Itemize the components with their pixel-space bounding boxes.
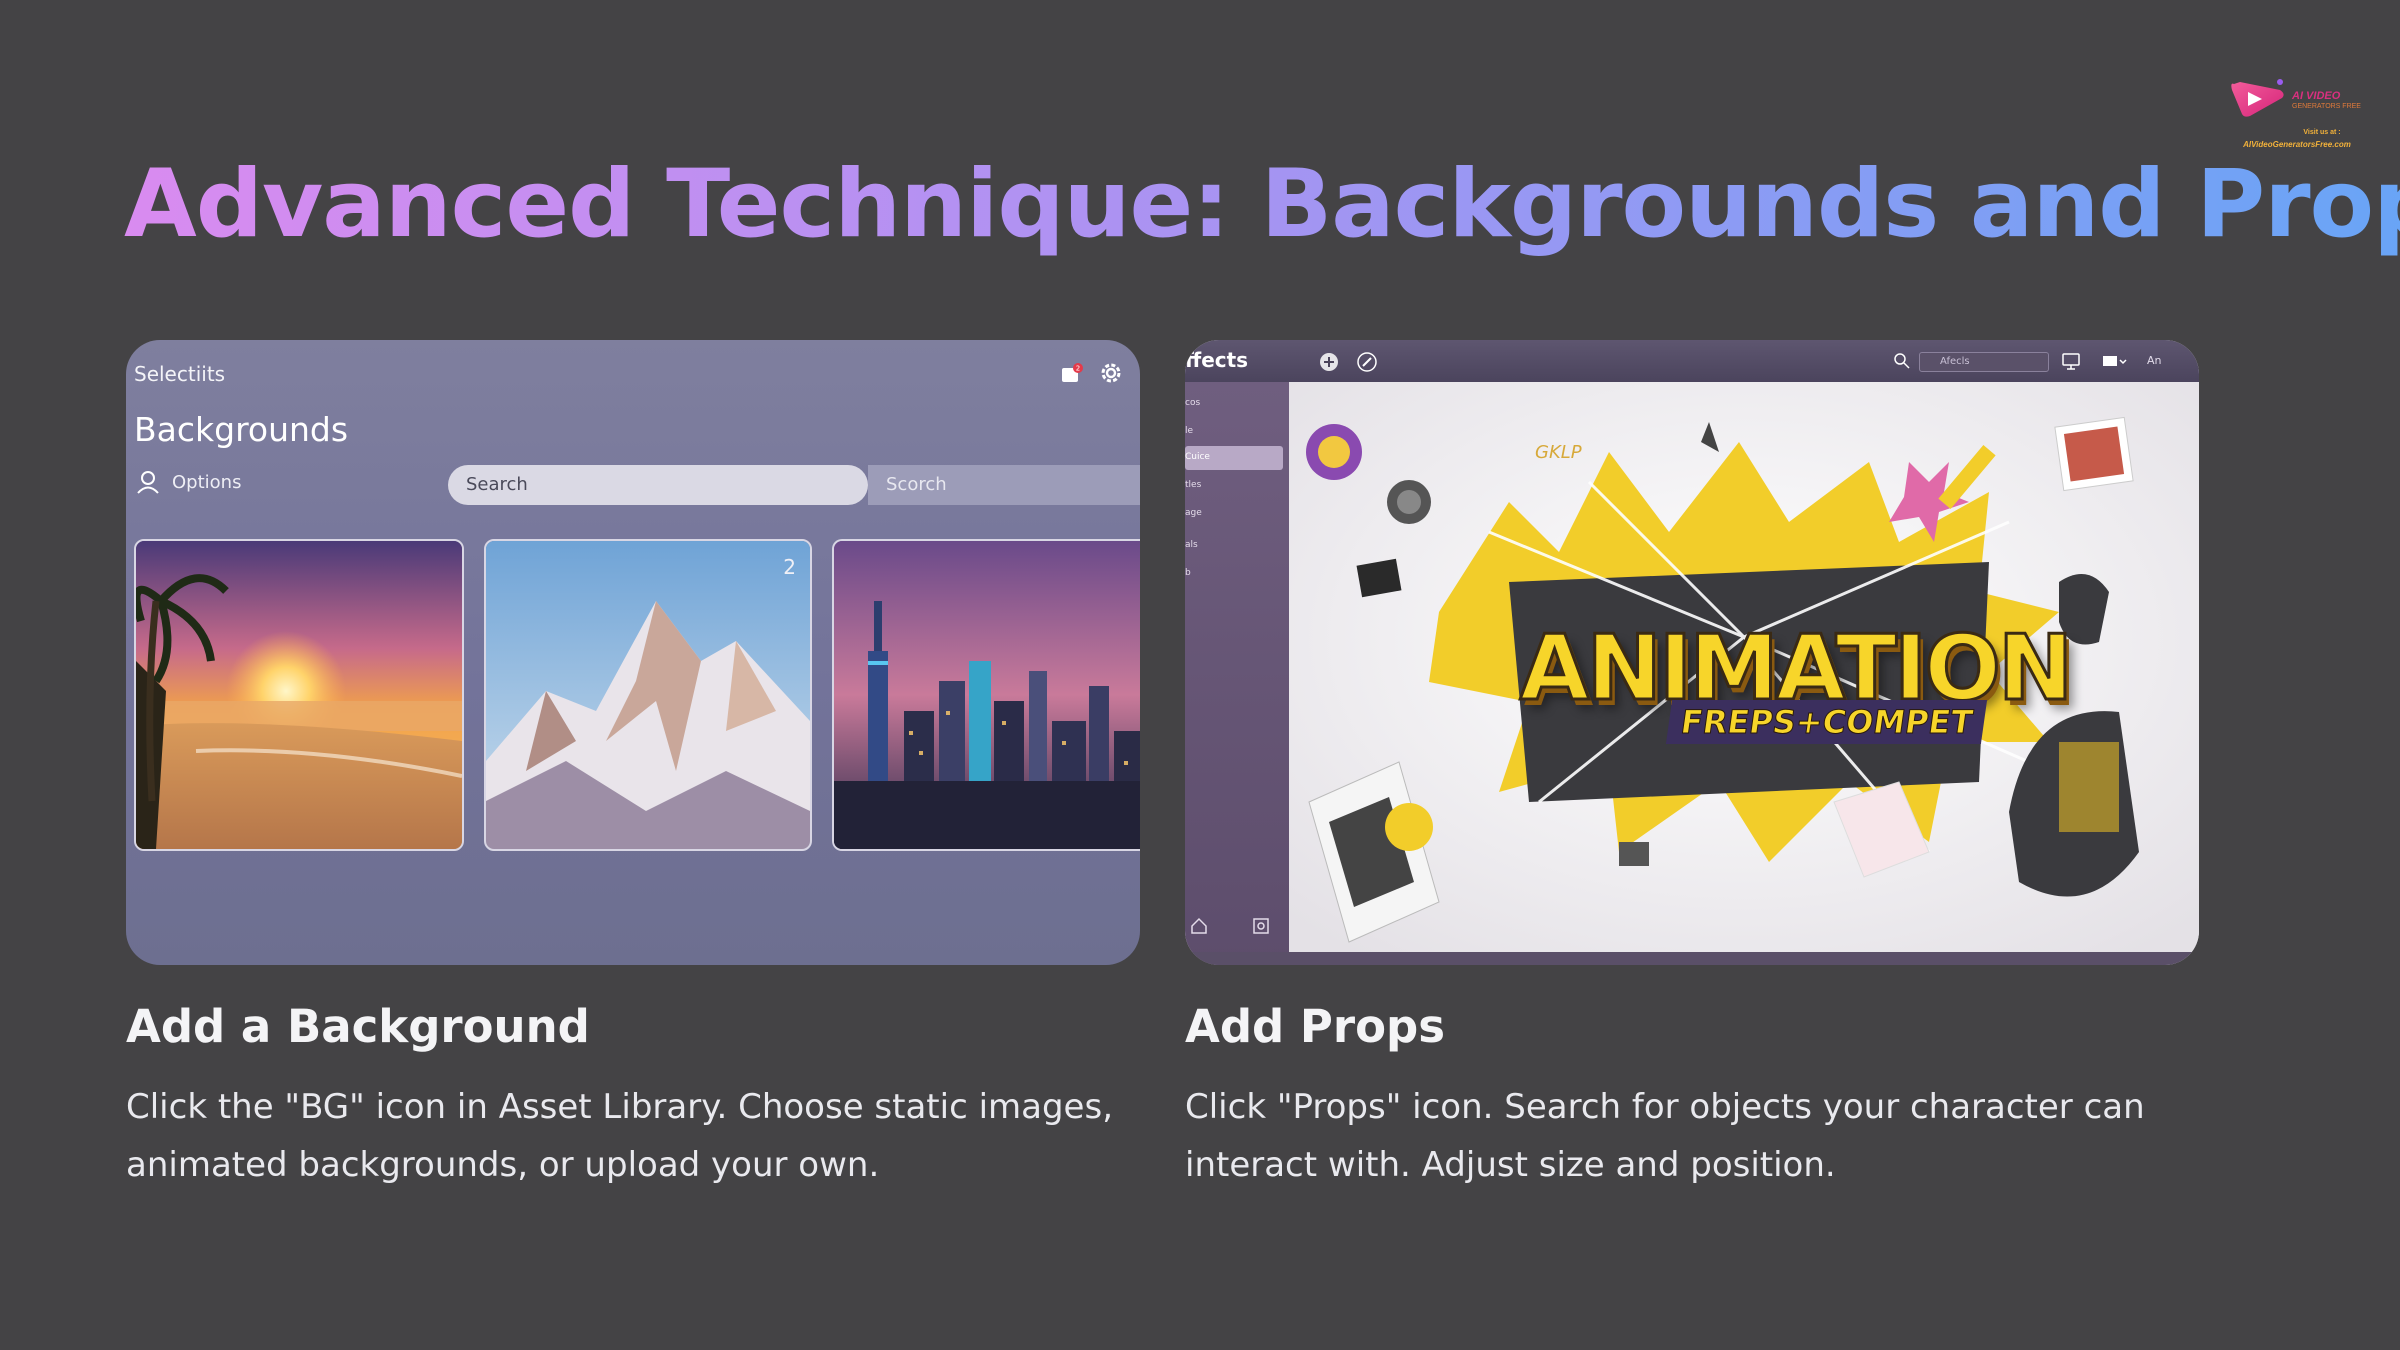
add-props-title: Add Props: [1185, 1000, 1446, 1053]
city-skyline-image: [834, 541, 1140, 849]
effects-panel-title: ffects: [1185, 348, 1249, 372]
props-canvas[interactable]: GKLP ANIMATION FREPS+COMPET: [1289, 382, 2199, 952]
sidebar-item[interactable]: le: [1185, 426, 1193, 436]
image-search-icon[interactable]: [1251, 916, 1271, 936]
backgrounds-heading: Backgrounds: [134, 410, 349, 449]
effects-topbar: ffects Afecls An: [1185, 340, 2199, 382]
slide-title: Advanced Technique: Backgrounds and Prop…: [124, 150, 2400, 259]
add-background-title: Add a Background: [126, 1000, 590, 1053]
background-thumbnail-mountain[interactable]: 2: [484, 539, 812, 851]
notification-icon[interactable]: 2: [1060, 362, 1084, 386]
effects-sidebar: cos le Cuice tles age als b: [1185, 382, 1289, 965]
logo-brand-subtext: GENERATORS FREE: [2292, 103, 2361, 110]
brand-logo: AI VIDEO GENERATORS FREE Visit us at : A…: [2228, 74, 2368, 154]
add-background-description: Click the "BG" icon in Asset Library. Ch…: [126, 1087, 1113, 1185]
effects-search-input[interactable]: Afecls: [1919, 352, 2049, 372]
sidebar-item[interactable]: cos: [1185, 398, 1200, 408]
backgrounds-screenshot: Selectiits 2 Backgrounds Options Search …: [126, 340, 1140, 965]
home-icon[interactable]: [1189, 916, 1209, 936]
sidebar-item[interactable]: age: [1185, 508, 1202, 518]
sidebar-item[interactable]: b: [1185, 568, 1191, 578]
snowy-mountain-image: [486, 541, 810, 849]
beach-sunset-image: [136, 541, 462, 849]
sidebar-item[interactable]: tles: [1185, 480, 1201, 490]
background-thumbnail-city[interactable]: 4: [832, 539, 1140, 851]
user-icon: [137, 471, 159, 494]
effects-bottom-bar: [1185, 952, 2199, 965]
add-props-description: Click "Props" icon. Search for objects y…: [1185, 1087, 2145, 1185]
notification-count: 2: [1076, 365, 1080, 373]
background-thumbnail-beach[interactable]: [134, 539, 464, 851]
props-screenshot: ffects Afecls An cos le Cuice tles age a…: [1185, 340, 2199, 965]
scribble-text: GKLP: [1535, 442, 1582, 463]
search-input[interactable]: Search: [448, 465, 868, 505]
search-icon[interactable]: [1893, 352, 1911, 370]
monitor-icon[interactable]: [2061, 352, 2081, 370]
logo-visit-text: Visit us at :: [2303, 129, 2341, 136]
sidebar-item-active[interactable]: Cuice: [1185, 452, 1210, 462]
logo-site-text: AIVideoGeneratorsFree.com: [2243, 140, 2351, 149]
search-secondary-field[interactable]: Scorch: [868, 465, 1140, 505]
logo-play-icon: [2231, 79, 2284, 117]
layout-dropdown-icon[interactable]: [2101, 352, 2127, 370]
animation-subline: FREPS+COMPET: [1665, 700, 1988, 744]
options-button[interactable]: Options: [136, 470, 241, 494]
thumbnail-number: 2: [783, 555, 796, 579]
language-selector[interactable]: An: [2147, 354, 2162, 367]
logo-brand-text: AI VIDEO: [2292, 90, 2341, 102]
options-label: Options: [172, 471, 242, 493]
panel-topbar-label: Selectiits: [134, 362, 226, 386]
gear-icon[interactable]: [1098, 360, 1124, 386]
sidebar-item[interactable]: als: [1185, 540, 1198, 550]
add-icon[interactable]: [1319, 352, 1339, 372]
pin-icon[interactable]: [1357, 352, 1377, 372]
